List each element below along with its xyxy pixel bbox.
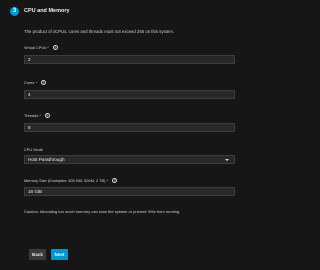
help-icon[interactable]: ?	[40, 80, 46, 85]
memory-label: Memory Size (Examples: 500 KiB, 500M, 2 …	[24, 178, 109, 183]
memory-input[interactable]: 16 GiB	[24, 187, 235, 196]
cores-input[interactable]: 4	[24, 90, 235, 99]
threads-label: Threads *	[24, 113, 41, 118]
memory-caution: Caution: Allocating too much memory can …	[24, 209, 181, 214]
chevron-down-icon	[225, 159, 229, 161]
memory-value: 16 GiB	[28, 189, 43, 194]
vm-wizard-cpu-memory-step: 3 CPU and Memory The product of vCPUs, c…	[0, 0, 270, 270]
cores-label: Cores *	[24, 80, 37, 85]
memory-label-row: Memory Size (Examples: 500 KiB, 500M, 2 …	[24, 178, 118, 183]
help-icon[interactable]: ?	[112, 178, 118, 183]
help-icon[interactable]: ?	[44, 113, 50, 118]
threads-label-row: Threads * ?	[24, 113, 50, 118]
step-number-badge: 3	[10, 6, 19, 16]
threads-input[interactable]: 8	[24, 123, 235, 132]
vcpus-input[interactable]: 2	[24, 55, 235, 64]
cpu-product-hint: The product of vCPUs, cores and threads …	[24, 29, 174, 34]
cores-label-row: Cores * ?	[24, 80, 46, 85]
vcpus-label: Virtual CPUs *	[24, 45, 49, 50]
cpu-mode-label: CPU Mode	[24, 147, 44, 152]
cpu-mode-select[interactable]: Host Passthrough	[24, 155, 235, 164]
help-icon[interactable]: ?	[52, 45, 58, 50]
next-button[interactable]: Next	[51, 249, 68, 260]
cpu-mode-label-row: CPU Mode	[24, 147, 43, 152]
vcpus-label-row: Virtual CPUs * ?	[24, 45, 58, 50]
step-header: 3 CPU and Memory	[10, 4, 70, 18]
threads-value: 8	[28, 125, 31, 130]
step-title: CPU and Memory	[24, 8, 70, 14]
back-button[interactable]: Back	[29, 249, 46, 260]
cpu-mode-value: Host Passthrough	[28, 157, 65, 162]
vcpus-value: 2	[28, 57, 31, 62]
cores-value: 4	[28, 92, 31, 97]
